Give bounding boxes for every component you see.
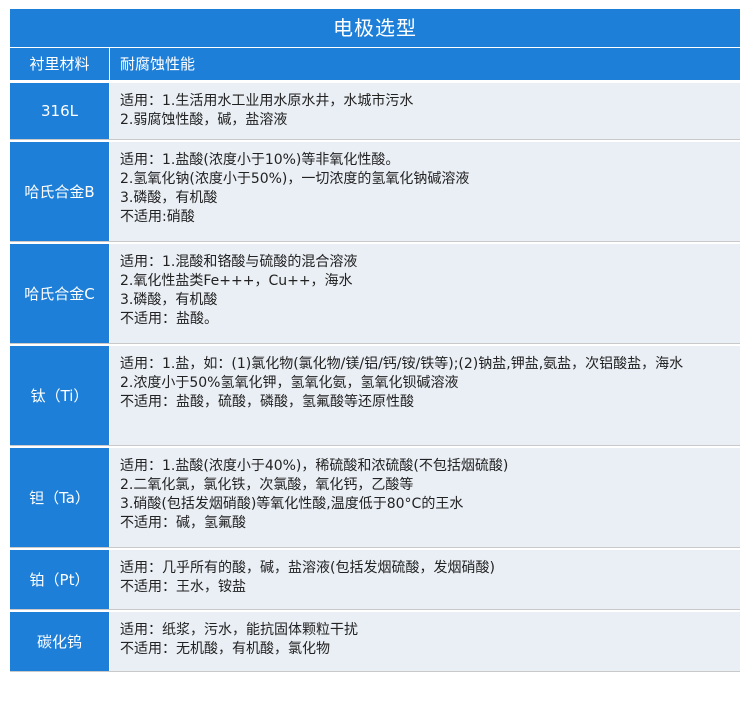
performance-line: 3.硝酸(包括发烟硝酸)等氧化性酸,温度低于80°C的王水: [120, 496, 464, 512]
performance-line: 适用：1.混酸和铬酸与硫酸的混合溶液: [120, 254, 358, 270]
performance-line: 适用：1.盐酸(浓度小于40%)，稀硫酸和浓硫酸(不包括烟硫酸): [120, 458, 509, 474]
table-row: 316L 适用：1.生活用水工业用水原水井，水城市污水 2.弱腐蚀性酸，碱，盐溶…: [10, 83, 740, 140]
performance-line: 2.二氧化氯，氯化铁，次氯酸，氧化钙，乙酸等: [120, 477, 414, 493]
header-performance: 耐腐蚀性能: [110, 48, 740, 80]
performance-line: 不适用：盐酸，硫酸，磷酸，氢氟酸等还原性酸: [120, 394, 414, 410]
performance-line: 适用：1.生活用水工业用水原水井，水城市污水: [120, 93, 414, 109]
performance-line: 2.氧化性盐类Fe+++，Cu++，海水: [120, 273, 353, 289]
performance-line: 适用：几乎所有的酸，碱，盐溶液(包括发烟硫酸，发烟硝酸): [120, 560, 495, 576]
material-cell: 哈氏合金B: [10, 142, 109, 241]
material-cell: 钛（Ti）: [10, 346, 109, 445]
performance-line: 2.氢氧化钠(浓度小于50%)，一切浓度的氢氧化钠碱溶液: [120, 171, 470, 187]
performance-line: 不适用：无机酸，有机酸，氯化物: [120, 641, 330, 657]
table-row: 哈氏合金C 适用：1.混酸和铬酸与硫酸的混合溶液 2.氧化性盐类Fe+++，Cu…: [10, 244, 740, 344]
material-cell: 铂（Pt）: [10, 550, 109, 609]
table-row: 钽（Ta） 适用：1.盐酸(浓度小于40%)，稀硫酸和浓硫酸(不包括烟硫酸) 2…: [10, 448, 740, 548]
table-header-row: 衬里材料 耐腐蚀性能: [10, 48, 740, 80]
material-cell: 316L: [10, 83, 109, 139]
performance-line: 2.浓度小于50%氢氧化钾，氢氧化氨，氢氧化钡碱溶液: [120, 375, 459, 391]
table-body: 316L 适用：1.生活用水工业用水原水井，水城市污水 2.弱腐蚀性酸，碱，盐溶…: [10, 83, 740, 674]
performance-line: 不适用:硝酸: [120, 209, 195, 225]
table-row: 铂（Pt） 适用：几乎所有的酸，碱，盐溶液(包括发烟硫酸，发烟硝酸) 不适用：王…: [10, 550, 740, 610]
table-row: 哈氏合金B 适用：1.盐酸(浓度小于10%)等非氧化性酸。 2.氢氧化钠(浓度小…: [10, 142, 740, 242]
performance-line: 3.磷酸，有机酸: [120, 292, 218, 308]
table-row: 钛（Ti） 适用：1.盐，如：(1)氯化物(氯化物/镁/铝/钙/铵/铁等);(2…: [10, 346, 740, 446]
performance-line: 适用：1.盐酸(浓度小于10%)等非氧化性酸。: [120, 152, 400, 168]
performance-cell: 适用：几乎所有的酸，碱，盐溶液(包括发烟硫酸，发烟硝酸) 不适用：王水，铵盐: [110, 550, 740, 609]
performance-line: 2.弱腐蚀性酸，碱，盐溶液: [120, 112, 288, 128]
material-cell: 哈氏合金C: [10, 244, 109, 343]
electrode-selection-page: 电极选型 衬里材料 耐腐蚀性能 316L 适用：1.生活用水工业用水原水井，水城…: [0, 0, 750, 718]
performance-line: 3.磷酸，有机酸: [120, 190, 218, 206]
performance-cell: 适用：1.盐，如：(1)氯化物(氯化物/镁/铝/钙/铵/铁等);(2)钠盐,钾盐…: [110, 346, 740, 445]
performance-cell: 适用：1.盐酸(浓度小于10%)等非氧化性酸。 2.氢氧化钠(浓度小于50%)，…: [110, 142, 740, 241]
table-row: 碳化钨 适用：纸浆，污水，能抗固体颗粒干扰 不适用：无机酸，有机酸，氯化物: [10, 612, 740, 672]
page-title: 电极选型: [10, 9, 740, 47]
performance-line: 不适用：王水，铵盐: [120, 579, 246, 595]
material-cell: 碳化钨: [10, 612, 109, 671]
performance-cell: 适用：纸浆，污水，能抗固体颗粒干扰 不适用：无机酸，有机酸，氯化物: [110, 612, 740, 671]
material-cell: 钽（Ta）: [10, 448, 109, 547]
performance-line: 不适用：碱，氢氟酸: [120, 515, 246, 531]
performance-cell: 适用：1.生活用水工业用水原水井，水城市污水 2.弱腐蚀性酸，碱，盐溶液: [110, 83, 740, 139]
performance-line: 适用：纸浆，污水，能抗固体颗粒干扰: [120, 622, 358, 638]
performance-cell: 适用：1.混酸和铬酸与硫酸的混合溶液 2.氧化性盐类Fe+++，Cu++，海水 …: [110, 244, 740, 343]
performance-line: 不适用：盐酸。: [120, 311, 218, 327]
header-material: 衬里材料: [10, 48, 109, 80]
performance-line: 适用：1.盐，如：(1)氯化物(氯化物/镁/铝/钙/铵/铁等);(2)钠盐,钾盐…: [120, 356, 684, 372]
bottom-spacer: [0, 700, 750, 718]
performance-cell: 适用：1.盐酸(浓度小于40%)，稀硫酸和浓硫酸(不包括烟硫酸) 2.二氧化氯，…: [110, 448, 740, 547]
